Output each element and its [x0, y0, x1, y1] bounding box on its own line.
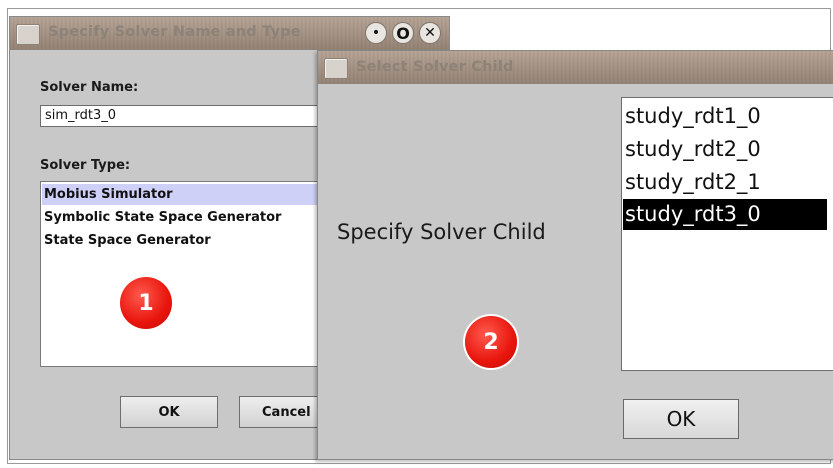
solver-name-label: Solver Name: — [40, 80, 139, 95]
specify-solver-child-prompt: Specify Solver Child — [337, 220, 546, 244]
dialog-titlebar[interactable]: Select Solver Child — [318, 51, 833, 84]
step-1-badge: 1 — [120, 277, 172, 329]
solver-type-list[interactable]: Mobius Simulator Symbolic State Space Ge… — [40, 181, 330, 367]
window-menu-icon[interactable] — [324, 58, 348, 79]
close-icon[interactable]: ✕ — [419, 22, 441, 44]
solver-name-input[interactable]: sim_rdt3_0 — [40, 105, 330, 127]
minimize-icon[interactable]: • — [365, 22, 387, 44]
solver-child-item[interactable]: study_rdt3_0 — [623, 199, 827, 230]
ok-button[interactable]: OK — [623, 399, 739, 439]
solver-child-item[interactable]: study_rdt1_0 — [623, 101, 833, 132]
dialog-title: Specify Solver Name and Type — [48, 24, 301, 40]
step-2-badge: 2 — [465, 316, 517, 368]
window-menu-icon[interactable] — [16, 24, 40, 45]
ok-button[interactable]: OK — [120, 396, 218, 428]
solver-child-item[interactable]: study_rdt2_1 — [623, 167, 833, 198]
solver-type-label: Solver Type: — [40, 158, 131, 173]
dialog-titlebar[interactable]: Specify Solver Name and Type • O ✕ — [10, 17, 449, 50]
solver-type-item[interactable]: Symbolic State Space Generator — [42, 207, 328, 228]
solver-type-item[interactable]: State Space Generator — [42, 230, 328, 251]
solver-child-item[interactable]: study_rdt2_0 — [623, 134, 833, 165]
solver-child-list[interactable]: study_rdt1_0 study_rdt2_0 study_rdt2_1 s… — [621, 97, 833, 371]
maximize-icon[interactable]: O — [392, 22, 414, 44]
select-solver-child-dialog: Select Solver Child Specify Solver Child… — [317, 50, 833, 460]
solver-type-item[interactable]: Mobius Simulator — [42, 184, 328, 205]
dialog-title: Select Solver Child — [356, 59, 514, 75]
